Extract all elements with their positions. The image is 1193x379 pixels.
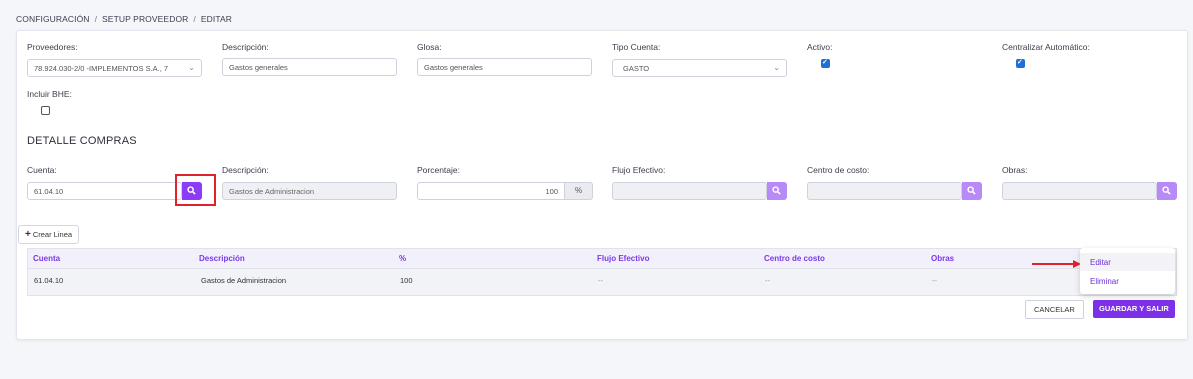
tipo-cuenta-value: GASTO: [623, 64, 650, 73]
incluir-bhe-checkbox[interactable]: [41, 106, 50, 115]
section-title: DETALLE COMPRAS: [27, 135, 137, 147]
highlight-box: [175, 174, 216, 206]
table-cell: --: [932, 276, 937, 285]
column-header: %: [399, 254, 407, 263]
arrow-right-icon: [1032, 260, 1081, 268]
activo-checkbox[interactable]: [821, 58, 830, 68]
centro-search-button[interactable]: [962, 182, 982, 200]
table-cell: --: [765, 276, 770, 285]
centralizar-checkbox[interactable]: [1016, 58, 1025, 68]
breadcrumb-item-setup-proveedor[interactable]: SETUP PROVEEDOR: [102, 14, 188, 24]
column-header: Descripción: [199, 254, 245, 263]
column-header: Cuenta: [33, 254, 61, 263]
row-context-menu: Editar Eliminar: [1080, 248, 1175, 294]
chevron-down-icon: ⌄: [773, 63, 780, 72]
obras-input: [1002, 182, 1157, 200]
detalle-descripcion-label: Descripción:: [222, 165, 269, 175]
save-and-exit-button[interactable]: GUARDAR Y SALIR: [1093, 300, 1175, 318]
porcentaje-input[interactable]: 100: [417, 182, 565, 200]
breadcrumb: CONFIGURACIÓN / SETUP PROVEEDOR / EDITAR: [16, 14, 232, 24]
cuenta-label: Cuenta:: [27, 165, 57, 175]
column-header: Centro de costo: [764, 254, 825, 263]
detail-table: Cuenta Descripción % Flujo Efectivo Cent…: [27, 248, 1177, 296]
cancel-button[interactable]: CANCELAR: [1025, 300, 1084, 319]
tipo-cuenta-label: Tipo Cuenta:: [612, 42, 661, 52]
tipo-cuenta-select[interactable]: GASTO ⌄: [612, 59, 787, 77]
percent-addon: %: [565, 182, 593, 200]
activo-label: Activo:: [807, 42, 833, 52]
incluir-bhe-label: Incluir BHE:: [27, 89, 72, 99]
cuenta-input[interactable]: 61.04.10: [27, 182, 182, 200]
glosa-input[interactable]: Gastos generales: [417, 58, 592, 76]
add-line-label: Crear Linea: [32, 230, 73, 239]
menu-item-eliminar[interactable]: Eliminar: [1080, 272, 1175, 290]
obras-search-button[interactable]: [1157, 182, 1177, 200]
table-cell: 100: [400, 276, 413, 285]
breadcrumb-separator: /: [94, 14, 98, 24]
flujo-search-button[interactable]: [767, 182, 787, 200]
column-header: Flujo Efectivo: [597, 254, 650, 263]
edit-form-card: Proveedores: 78.924.030-2/0 -IMPLEMENTOS…: [16, 30, 1188, 340]
menu-item-editar[interactable]: Editar: [1080, 253, 1175, 271]
flujo-input: [612, 182, 767, 200]
table-header: Cuenta Descripción % Flujo Efectivo Cent…: [28, 249, 1176, 269]
porcentaje-label: Porcentaje:: [417, 165, 460, 175]
centralizar-label: Centralizar Automático:: [1002, 42, 1090, 52]
flujo-label: Flujo Efectivo:: [612, 165, 666, 175]
table-cell: Gastos de Administracion: [201, 276, 287, 285]
chevron-down-icon: ⌄: [188, 63, 195, 72]
search-icon: [967, 186, 976, 195]
proveedores-select[interactable]: 78.924.030-2/0 -IMPLEMENTOS S.A., 7 ⌄: [27, 59, 202, 77]
add-line-button[interactable]: + Crear Linea: [18, 225, 80, 244]
proveedores-value: 78.924.030-2/0 -IMPLEMENTOS S.A., 7: [34, 64, 169, 73]
breadcrumb-item-editar: EDITAR: [200, 14, 233, 24]
column-header: Obras: [931, 254, 955, 263]
descripcion-input[interactable]: Gastos generales: [222, 58, 397, 76]
search-icon: [772, 186, 781, 195]
detalle-descripcion-input: Gastos de Administracion: [222, 182, 397, 200]
proveedores-label: Proveedores:: [27, 42, 78, 52]
plus-icon: +: [25, 229, 31, 240]
breadcrumb-item-configuracion[interactable]: CONFIGURACIÓN: [16, 14, 90, 24]
table-row[interactable]: 61.04.10 Gastos de Administracion 100 --…: [28, 269, 1176, 295]
centro-input: [807, 182, 962, 200]
table-cell: --: [598, 276, 603, 285]
descripcion-label: Descripción:: [222, 42, 269, 52]
glosa-label: Glosa:: [417, 42, 442, 52]
search-icon: [1162, 186, 1171, 195]
breadcrumb-separator: /: [193, 14, 196, 24]
table-cell: 61.04.10: [34, 276, 64, 285]
centro-label: Centro de costo:: [807, 165, 870, 175]
obras-label: Obras:: [1002, 165, 1028, 175]
